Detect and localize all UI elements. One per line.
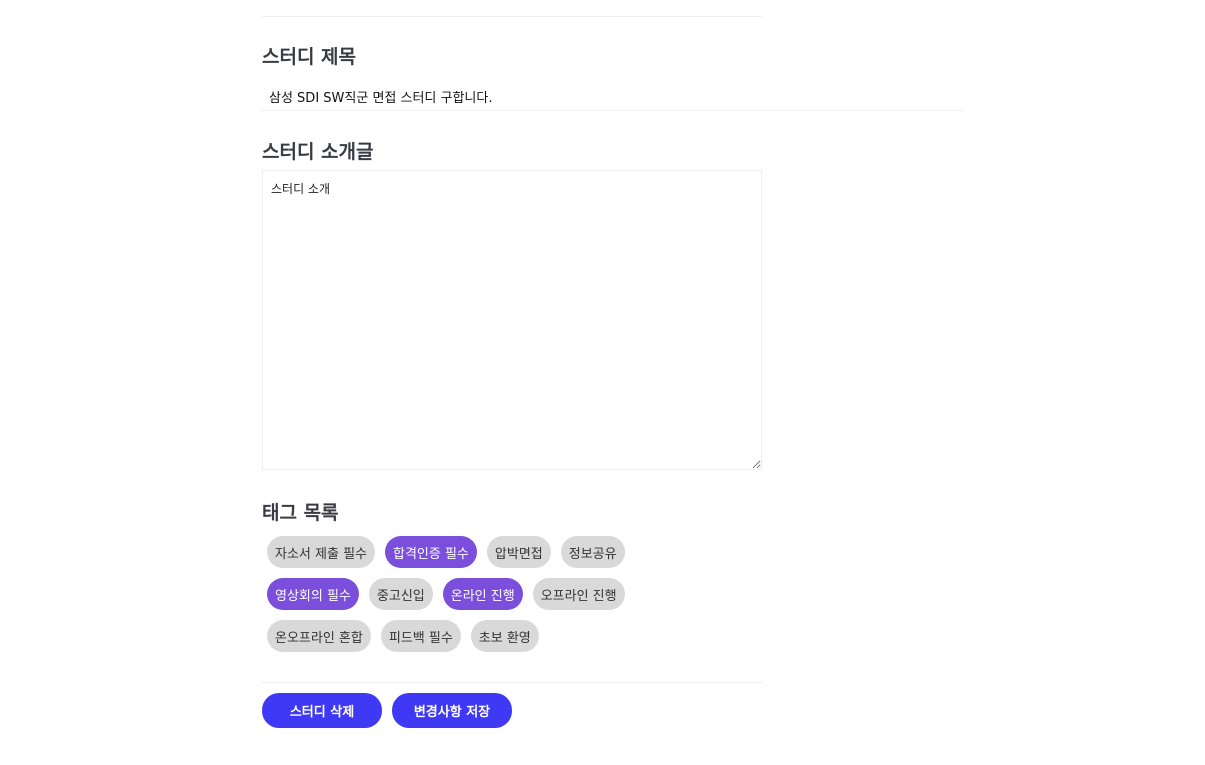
study-title-input[interactable] [262, 82, 962, 111]
tag-chip[interactable]: 합격인증 필수 [385, 536, 477, 568]
tag-chip[interactable]: 피드백 필수 [380, 620, 461, 652]
tag-row: 온오프라인 혼합 피드백 필수 초보 환영 [262, 620, 702, 652]
tag-chip[interactable]: 초보 환영 [470, 620, 539, 652]
study-title-heading: 스터디 제목 [262, 46, 357, 68]
tag-chip[interactable]: 영상회의 필수 [267, 578, 359, 610]
tag-chip[interactable]: 온라인 진행 [442, 578, 523, 610]
delete-study-button[interactable]: 스터디 삭제 [262, 693, 382, 728]
tag-row: 영상회의 필수 중고신입 온라인 진행 오프라인 진행 [262, 578, 702, 610]
save-changes-button[interactable]: 변경사항 저장 [392, 693, 512, 728]
tag-chip[interactable]: 중고신입 [368, 578, 433, 610]
tag-row: 자소서 제출 필수 합격인증 필수 압박면접 정보공유 [262, 536, 702, 568]
tags-heading: 태그 목록 [262, 502, 339, 524]
top-divider [262, 16, 762, 17]
tag-list: 자소서 제출 필수 합격인증 필수 압박면접 정보공유 영상회의 필수 중고신입… [262, 536, 702, 662]
study-intro-textarea[interactable]: 스터디 소개 [262, 170, 762, 470]
tag-chip[interactable]: 오프라인 진행 [532, 578, 625, 610]
tag-chip[interactable]: 온오프라인 혼합 [267, 620, 371, 652]
tag-chip[interactable]: 자소서 제출 필수 [267, 536, 375, 568]
bottom-divider [262, 682, 762, 683]
tag-chip[interactable]: 정보공유 [560, 536, 625, 568]
study-intro-heading: 스터디 소개글 [262, 141, 374, 163]
tag-chip[interactable]: 압박면접 [486, 536, 551, 568]
